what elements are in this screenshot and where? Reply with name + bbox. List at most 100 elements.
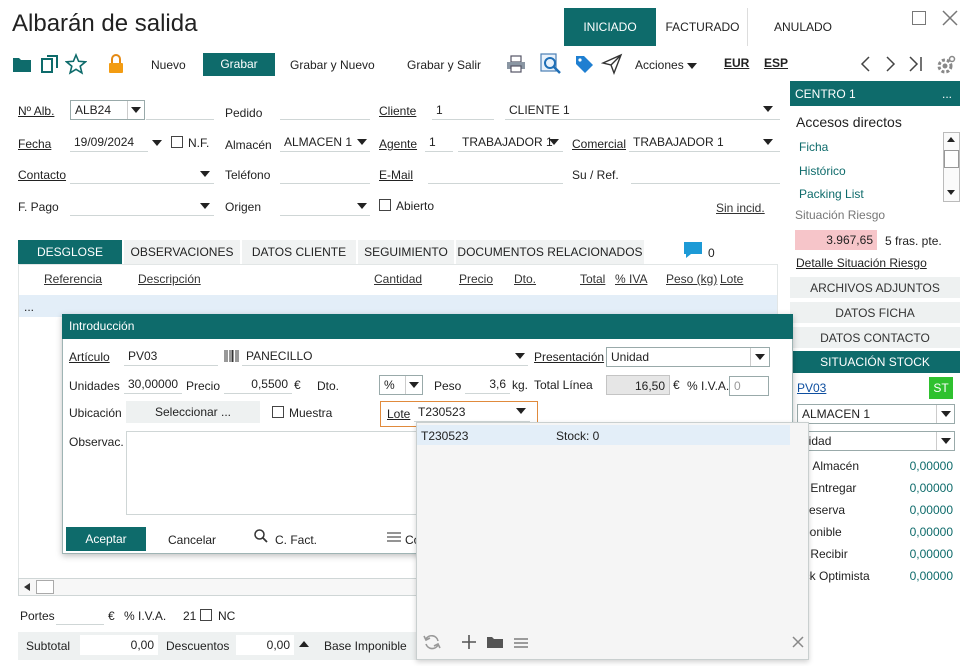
popup-close-icon[interactable]	[791, 635, 805, 652]
suref-field[interactable]	[631, 164, 780, 184]
telefono-field[interactable]	[280, 164, 370, 184]
sin-incid-link[interactable]: Sin incid.	[716, 201, 765, 215]
add-icon[interactable]	[461, 634, 477, 653]
tab-seguimiento[interactable]: SEGUIMIENTO	[358, 240, 454, 264]
articulo-name-field[interactable]: PANECILLO	[242, 346, 528, 366]
stock-almacen-dropdown[interactable]	[936, 405, 954, 423]
gear-icon[interactable]	[933, 54, 957, 79]
fpago-field[interactable]	[70, 196, 214, 216]
lock-icon[interactable]	[107, 53, 125, 78]
dialog-iva-field[interactable]: 0	[729, 376, 769, 396]
tab-desglose[interactable]: DESGLOSE	[18, 240, 122, 264]
comercial-chevron-down-icon[interactable]	[763, 139, 773, 145]
pedido-field[interactable]	[280, 100, 370, 120]
accesos-scroll-thumb[interactable]	[944, 150, 959, 168]
comment-icon[interactable]	[682, 240, 704, 263]
scroll-down-icon[interactable]	[947, 190, 955, 195]
comercial-field[interactable]: TRABAJADOR 1	[629, 132, 780, 152]
next-icon[interactable]	[882, 54, 898, 77]
list-icon[interactable]	[513, 637, 529, 652]
cancelar-button[interactable]: Cancelar	[168, 533, 216, 547]
scroll-thumb[interactable]	[36, 580, 54, 594]
almacen-chevron-down-icon[interactable]	[357, 139, 367, 145]
agente-chevron-down-icon[interactable]	[549, 139, 559, 145]
lote-link[interactable]: Lote	[387, 407, 410, 421]
agente-code-field[interactable]: 1	[425, 132, 453, 152]
articulo-chevron-down-icon[interactable]	[515, 353, 525, 359]
fecha-field[interactable]: 19/09/2024	[70, 132, 148, 152]
status-tab-facturado[interactable]: FACTURADO	[658, 8, 748, 46]
grid-header-referencia[interactable]: Referencia	[44, 272, 102, 286]
lote-field[interactable]: T230523	[414, 402, 530, 422]
tab-datos-cliente[interactable]: DATOS CLIENTE	[242, 240, 356, 264]
contacto-field[interactable]	[70, 164, 214, 184]
copy-icon[interactable]	[40, 54, 60, 77]
lote-chevron-down-icon[interactable]	[516, 408, 526, 414]
grid-header-dto[interactable]: Dto.	[514, 272, 536, 286]
cliente-link[interactable]: Cliente	[379, 104, 416, 118]
descuentos-up-icon[interactable]	[299, 641, 309, 647]
print-icon[interactable]	[506, 54, 526, 77]
grabar-y-salir-button[interactable]: Grabar y Salir	[407, 58, 481, 72]
nc-checkbox[interactable]	[200, 609, 212, 621]
stock-unidad-select[interactable]: nidad	[797, 431, 955, 451]
tab-documentos-relacionados[interactable]: DOCUMENTOS RELACIONADOS	[456, 240, 644, 264]
datos-ficha-button[interactable]: DATOS FICHA	[790, 302, 960, 324]
grabar-y-nuevo-button[interactable]: Grabar y Nuevo	[290, 58, 375, 72]
agente-name-field[interactable]: TRABAJADOR 1	[458, 132, 563, 152]
search-icon[interactable]	[253, 528, 269, 547]
portes-field[interactable]	[56, 605, 104, 625]
sidebar-link-historico[interactable]: Histórico	[799, 164, 846, 178]
articulo-link[interactable]: Artículo	[69, 350, 110, 364]
archivos-adjuntos-button[interactable]: ARCHIVOS ADJUNTOS	[790, 277, 960, 299]
menu-icon[interactable]	[386, 531, 402, 546]
cliente-name-field[interactable]: CLIENTE 1	[505, 100, 780, 120]
contacto-chevron-down-icon[interactable]	[200, 171, 210, 177]
grabar-button[interactable]: Grabar	[203, 53, 275, 76]
status-tab-iniciado[interactable]: INICIADO	[564, 8, 656, 46]
sidebar-link-packing-list[interactable]: Packing List	[799, 187, 864, 201]
send-icon[interactable]	[600, 53, 623, 78]
cliente-chevron-down-icon[interactable]	[763, 106, 773, 112]
origen-chevron-down-icon[interactable]	[357, 203, 367, 209]
abierto-checkbox[interactable]	[379, 199, 391, 211]
prev-icon[interactable]	[858, 54, 874, 77]
scroll-left-icon[interactable]	[21, 581, 33, 596]
nuevo-button[interactable]: Nuevo	[151, 58, 186, 72]
grid-header-iva[interactable]: % IVA	[615, 272, 647, 286]
last-icon[interactable]	[906, 54, 924, 77]
grid-header-total[interactable]: Total	[580, 272, 605, 286]
dto-dropdown[interactable]	[405, 376, 422, 394]
agente-link[interactable]: Agente	[379, 137, 417, 151]
preview-icon[interactable]	[540, 53, 562, 78]
presentacion-link[interactable]: Presentación	[534, 350, 604, 364]
seleccionar-button[interactable]: Seleccionar ...	[126, 401, 260, 423]
refresh-icon[interactable]	[422, 633, 442, 654]
barcode-icon[interactable]	[224, 349, 240, 366]
n-alb-dropdown-button[interactable]	[127, 101, 144, 119]
n-alb-number-field[interactable]	[146, 100, 214, 120]
aceptar-button[interactable]: Aceptar	[66, 527, 146, 551]
grid-header-cantidad[interactable]: Cantidad	[374, 272, 422, 286]
language-link[interactable]: ESP	[764, 56, 788, 70]
acciones-menu[interactable]: Acciones	[635, 58, 684, 72]
folder-open-icon[interactable]	[486, 635, 504, 652]
horizontal-scrollbar[interactable]	[18, 578, 418, 596]
star-icon[interactable]	[64, 52, 88, 78]
articulo-code-field[interactable]: PV03	[124, 346, 218, 366]
grid-header-peso[interactable]: Peso (kg)	[666, 272, 717, 286]
detalle-riesgo-link[interactable]: Detalle Situación Riesgo	[796, 256, 927, 270]
cfact-button[interactable]: C. Fact.	[275, 533, 317, 547]
fpago-chevron-down-icon[interactable]	[200, 203, 210, 209]
stock-unidad-dropdown[interactable]	[936, 432, 954, 450]
close-icon[interactable]	[940, 8, 960, 28]
centro-more-button[interactable]: ...	[942, 87, 952, 101]
tab-observaciones[interactable]: OBSERVACIONES	[124, 240, 240, 264]
stock-almacen-select[interactable]: ALMACEN 1	[797, 404, 955, 424]
currency-link[interactable]: EUR	[724, 56, 749, 70]
datos-contacto-button[interactable]: DATOS CONTACTO	[790, 327, 960, 349]
grid-header-descripcion[interactable]: Descripción	[138, 272, 201, 286]
stock-badge[interactable]: ST	[929, 377, 953, 399]
footer-iva-value[interactable]: 21	[183, 609, 196, 623]
peso-field[interactable]: 3,6	[465, 374, 510, 394]
